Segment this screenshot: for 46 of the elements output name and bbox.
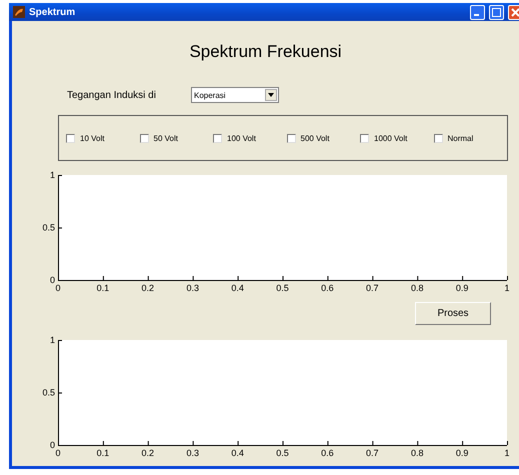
caret-icon [268, 93, 274, 97]
voltage-checkbox[interactable]: 1000 Volt [360, 134, 434, 142]
process-button[interactable]: Proses [415, 302, 491, 325]
maximize-button[interactable] [489, 4, 504, 20]
location-dropdown[interactable]: Koperasi [191, 87, 279, 103]
y-tick-label: 0 [50, 440, 55, 450]
x-tick-label: 0.8 [410, 283, 424, 293]
voltage-checkbox[interactable]: Normal [434, 134, 507, 142]
x-tick-label: 0.3 [186, 283, 199, 293]
x-tick-label: 1 [504, 448, 510, 458]
close-button[interactable] [508, 4, 519, 20]
x-tick-label: 0.1 [96, 283, 110, 293]
field-label: Tegangan Induksi di [67, 90, 157, 100]
y-tick-label: 0 [50, 275, 55, 285]
x-tick-label: 0.2 [142, 448, 154, 458]
x-tick-label: 0.6 [321, 283, 334, 293]
maximize-icon [492, 8, 501, 16]
x-tick-label: 0.9 [456, 448, 468, 458]
x-tick-label: 0.8 [410, 448, 424, 458]
x-tick-label: 0.5 [276, 283, 289, 293]
x-tick-label: 0 [56, 283, 60, 293]
x-tick-label: 0.7 [366, 448, 379, 458]
voltage-checkbox[interactable]: 500 Volt [286, 134, 360, 142]
y-tick-label: 1 [50, 170, 55, 180]
x-tick-label: 0.3 [186, 448, 199, 458]
minimize-button[interactable] [470, 4, 485, 20]
voltage-checkbox[interactable]: 100 Volt [213, 134, 286, 142]
y-tick-label: 0.5 [42, 388, 55, 398]
x-tick-label: 0.7 [366, 283, 379, 293]
x-tick-label: 1 [504, 283, 510, 293]
x-tick-label: 0.4 [231, 283, 244, 293]
x-tick-label: 0.2 [142, 283, 154, 293]
close-icon [511, 8, 519, 16]
heading: Spektrum Frekuensi [188, 41, 343, 63]
app-icon [13, 6, 25, 18]
x-tick-label: 0.1 [96, 448, 110, 458]
x-tick-label: 0 [56, 448, 60, 458]
voltage-checkbox[interactable]: 10 Volt [66, 134, 140, 142]
x-tick-label: 0.5 [276, 448, 289, 458]
window-title: Spektrum [29, 6, 76, 18]
x-tick-label: 0.9 [456, 283, 468, 293]
y-tick-label: 0.5 [42, 222, 55, 232]
x-tick-label: 0.4 [231, 448, 244, 458]
y-tick-label: 1 [50, 335, 55, 345]
voltage-checkbox[interactable]: 50 Volt [140, 134, 213, 142]
x-tick-label: 0.6 [321, 448, 334, 458]
